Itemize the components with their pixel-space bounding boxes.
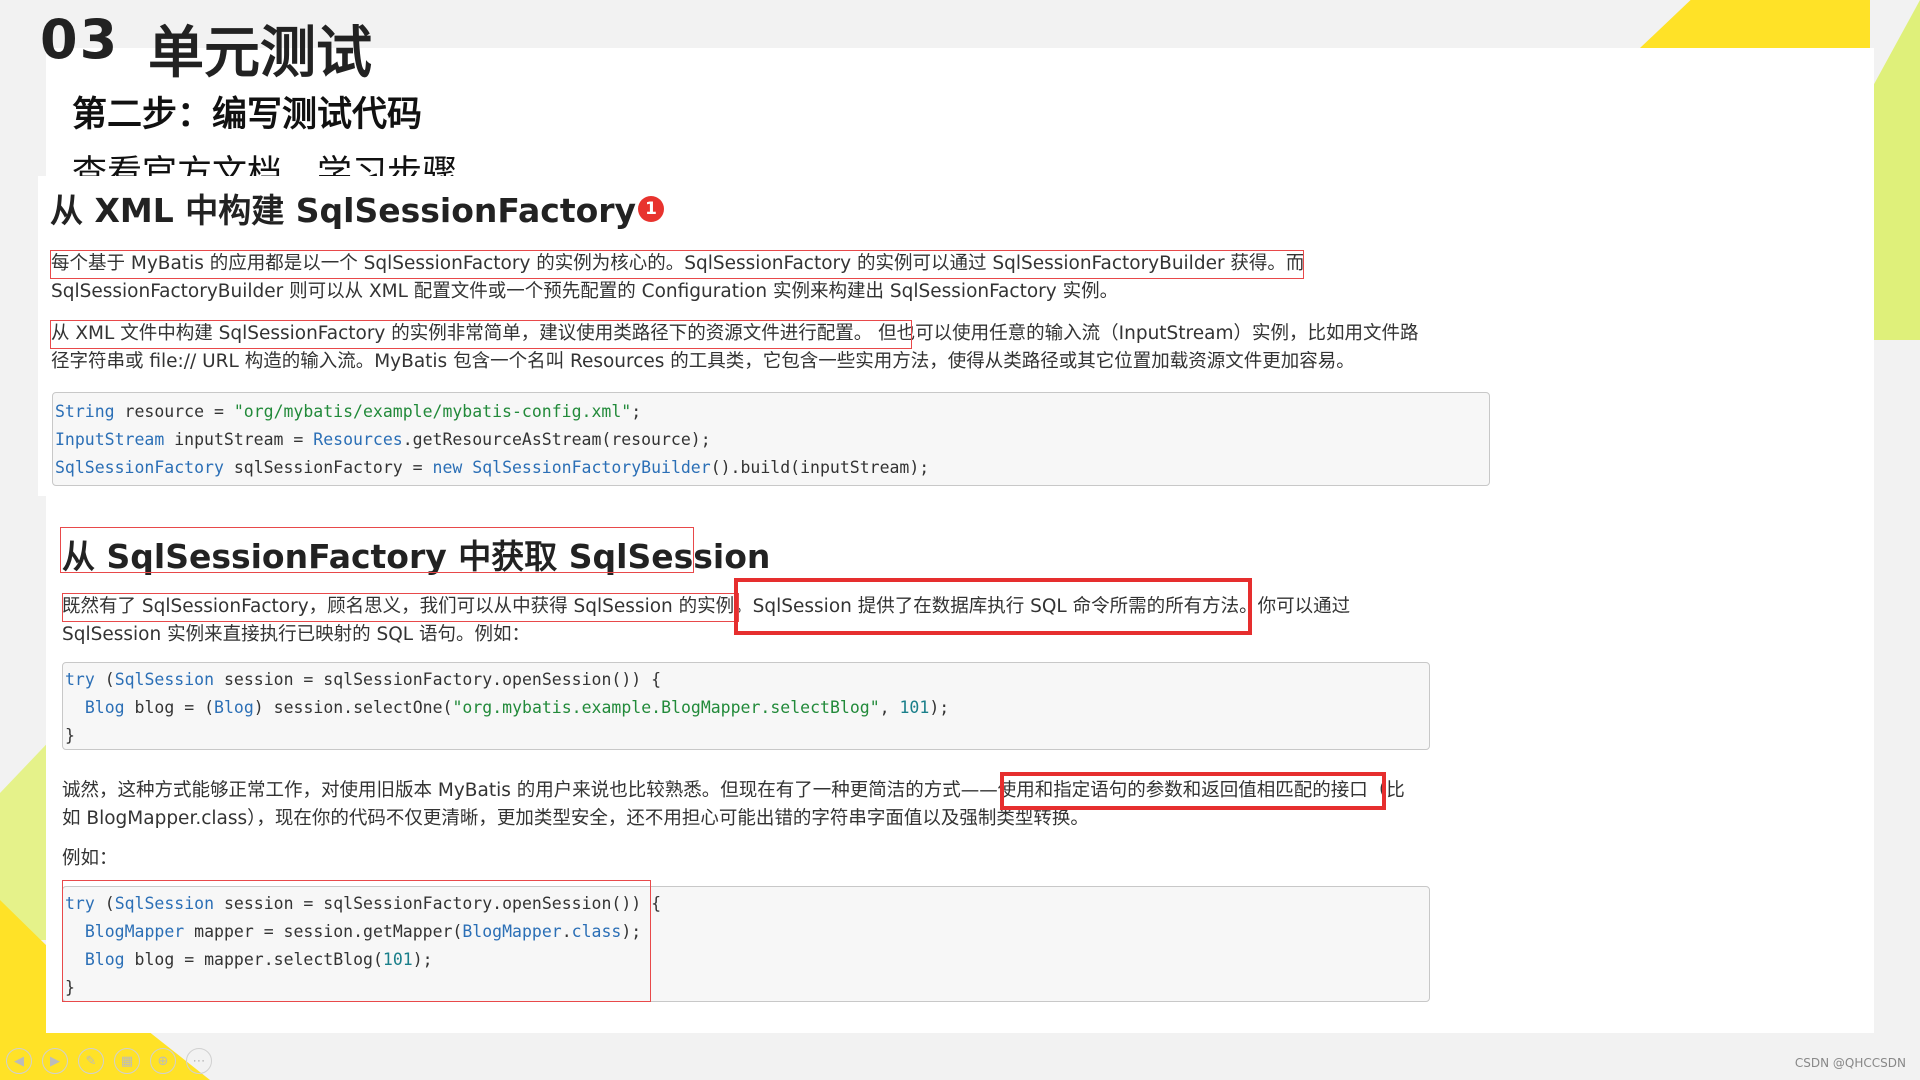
notification-badge: 1 (638, 195, 665, 222)
code-line: try (SqlSession session = sqlSessionFact… (65, 894, 662, 913)
slide-number: 03 (40, 8, 120, 71)
prev-icon[interactable]: ◀ (6, 1048, 32, 1074)
code-token: Resources (313, 430, 403, 449)
paragraph-line: 既然有了 SqlSessionFactory，顾名思义，我们可以从中获得 Sql… (62, 596, 1351, 617)
decor-top-yellow-shape (1640, 0, 1870, 48)
code-line: Blog blog = mapper.selectBlog(101); (84, 950, 433, 969)
section-heading-xml-text: 从 XML 中构建 SqlSessionFactory (50, 191, 637, 230)
code-token: InputStream (55, 430, 165, 449)
code-token: try (65, 894, 95, 913)
code-token: BlogMapper (462, 922, 562, 941)
code-token: 101 (382, 950, 413, 969)
paragraph-line: SqlSessionFactoryBuilder 则可以从 XML 配置文件或一… (51, 281, 1119, 302)
code-line: BlogMapper mapper = session.getMapper(Bl… (84, 922, 642, 941)
code-line: String resource = "org/mybatis/example/m… (55, 402, 642, 421)
code-line: SqlSessionFactory sqlSessionFactory = ne… (55, 458, 930, 477)
code-block-build-factory: String resource = "org/mybatis/example/m… (52, 392, 1490, 486)
code-token: class (571, 922, 622, 941)
section-heading-xml: 从 XML 中构建 SqlSessionFactory 1 (50, 184, 665, 232)
code-line: Blog blog = (Blog) session.selectOne("or… (84, 698, 950, 717)
slide-title: 单元测试 (148, 21, 372, 86)
next-icon[interactable]: ▶ (42, 1048, 68, 1074)
code-token: new (432, 458, 463, 477)
code-token: Blog (214, 698, 254, 717)
code-line: } (65, 726, 75, 745)
code-line: } (65, 978, 75, 997)
paragraph-line: SqlSession 实例来直接执行已映射的 SQL 语句。例如： (62, 624, 530, 645)
section-heading-session: 从 SqlSessionFactory 中获取 SqlSession (62, 537, 771, 576)
slides-icon[interactable]: ▦ (114, 1048, 140, 1074)
code-token: "org/mybatis/example/mybatis-config.xml" (233, 402, 632, 421)
code-token: "org.mybatis.example.BlogMapper.selectBl… (452, 698, 880, 717)
code-token: SqlSession (114, 670, 215, 689)
paragraph-line: 径字符串或 file:// URL 构造的输入流。MyBatis 包含一个名叫 … (51, 351, 1355, 372)
more-icon[interactable]: ⋯ (186, 1048, 212, 1074)
code-block-select-one: try (SqlSession session = sqlSessionFact… (62, 662, 1430, 750)
step-heading: 第二步：编写测试代码 (72, 95, 423, 135)
code-line: try (SqlSession session = sqlSessionFact… (65, 670, 662, 689)
code-token: SqlSession (114, 894, 215, 913)
code-line: InputStream inputStream = Resources.getR… (55, 430, 711, 449)
code-token: Blog (84, 950, 125, 969)
paragraph-line: 从 XML 文件中构建 SqlSessionFactory 的实例非常简单，建议… (51, 323, 1419, 344)
paragraph-line: 诚然，这种方式能够正常工作，对使用旧版本 MyBatis 的用户来说也比较熟悉。… (62, 780, 1405, 801)
code-token: try (65, 670, 95, 689)
code-token: BlogMapper (84, 922, 185, 941)
watermark: CSDN @QHCCSDN (1794, 1056, 1906, 1070)
paragraph-line: 如 BlogMapper.class），现在你的代码不仅更清晰，更加类型安全，还… (62, 808, 1089, 829)
code-block-get-mapper: try (SqlSession session = sqlSessionFact… (62, 886, 1430, 1002)
paragraph-line: 每个基于 MyBatis 的应用都是以一个 SqlSessionFactory … (51, 253, 1305, 274)
code-token: 101 (899, 698, 930, 717)
code-token: String (55, 402, 115, 421)
code-token: Blog (84, 698, 125, 717)
pen-icon[interactable]: ✎ (78, 1048, 104, 1074)
paragraph-example-label: 例如： (62, 848, 118, 869)
code-token: SqlSessionFactoryBuilder (472, 458, 711, 477)
zoom-icon[interactable]: ⊕ (150, 1048, 176, 1074)
slideshow-toolbar: ◀ ▶ ✎ ▦ ⊕ ⋯ (6, 1048, 212, 1074)
code-token: SqlSessionFactory (55, 458, 224, 477)
